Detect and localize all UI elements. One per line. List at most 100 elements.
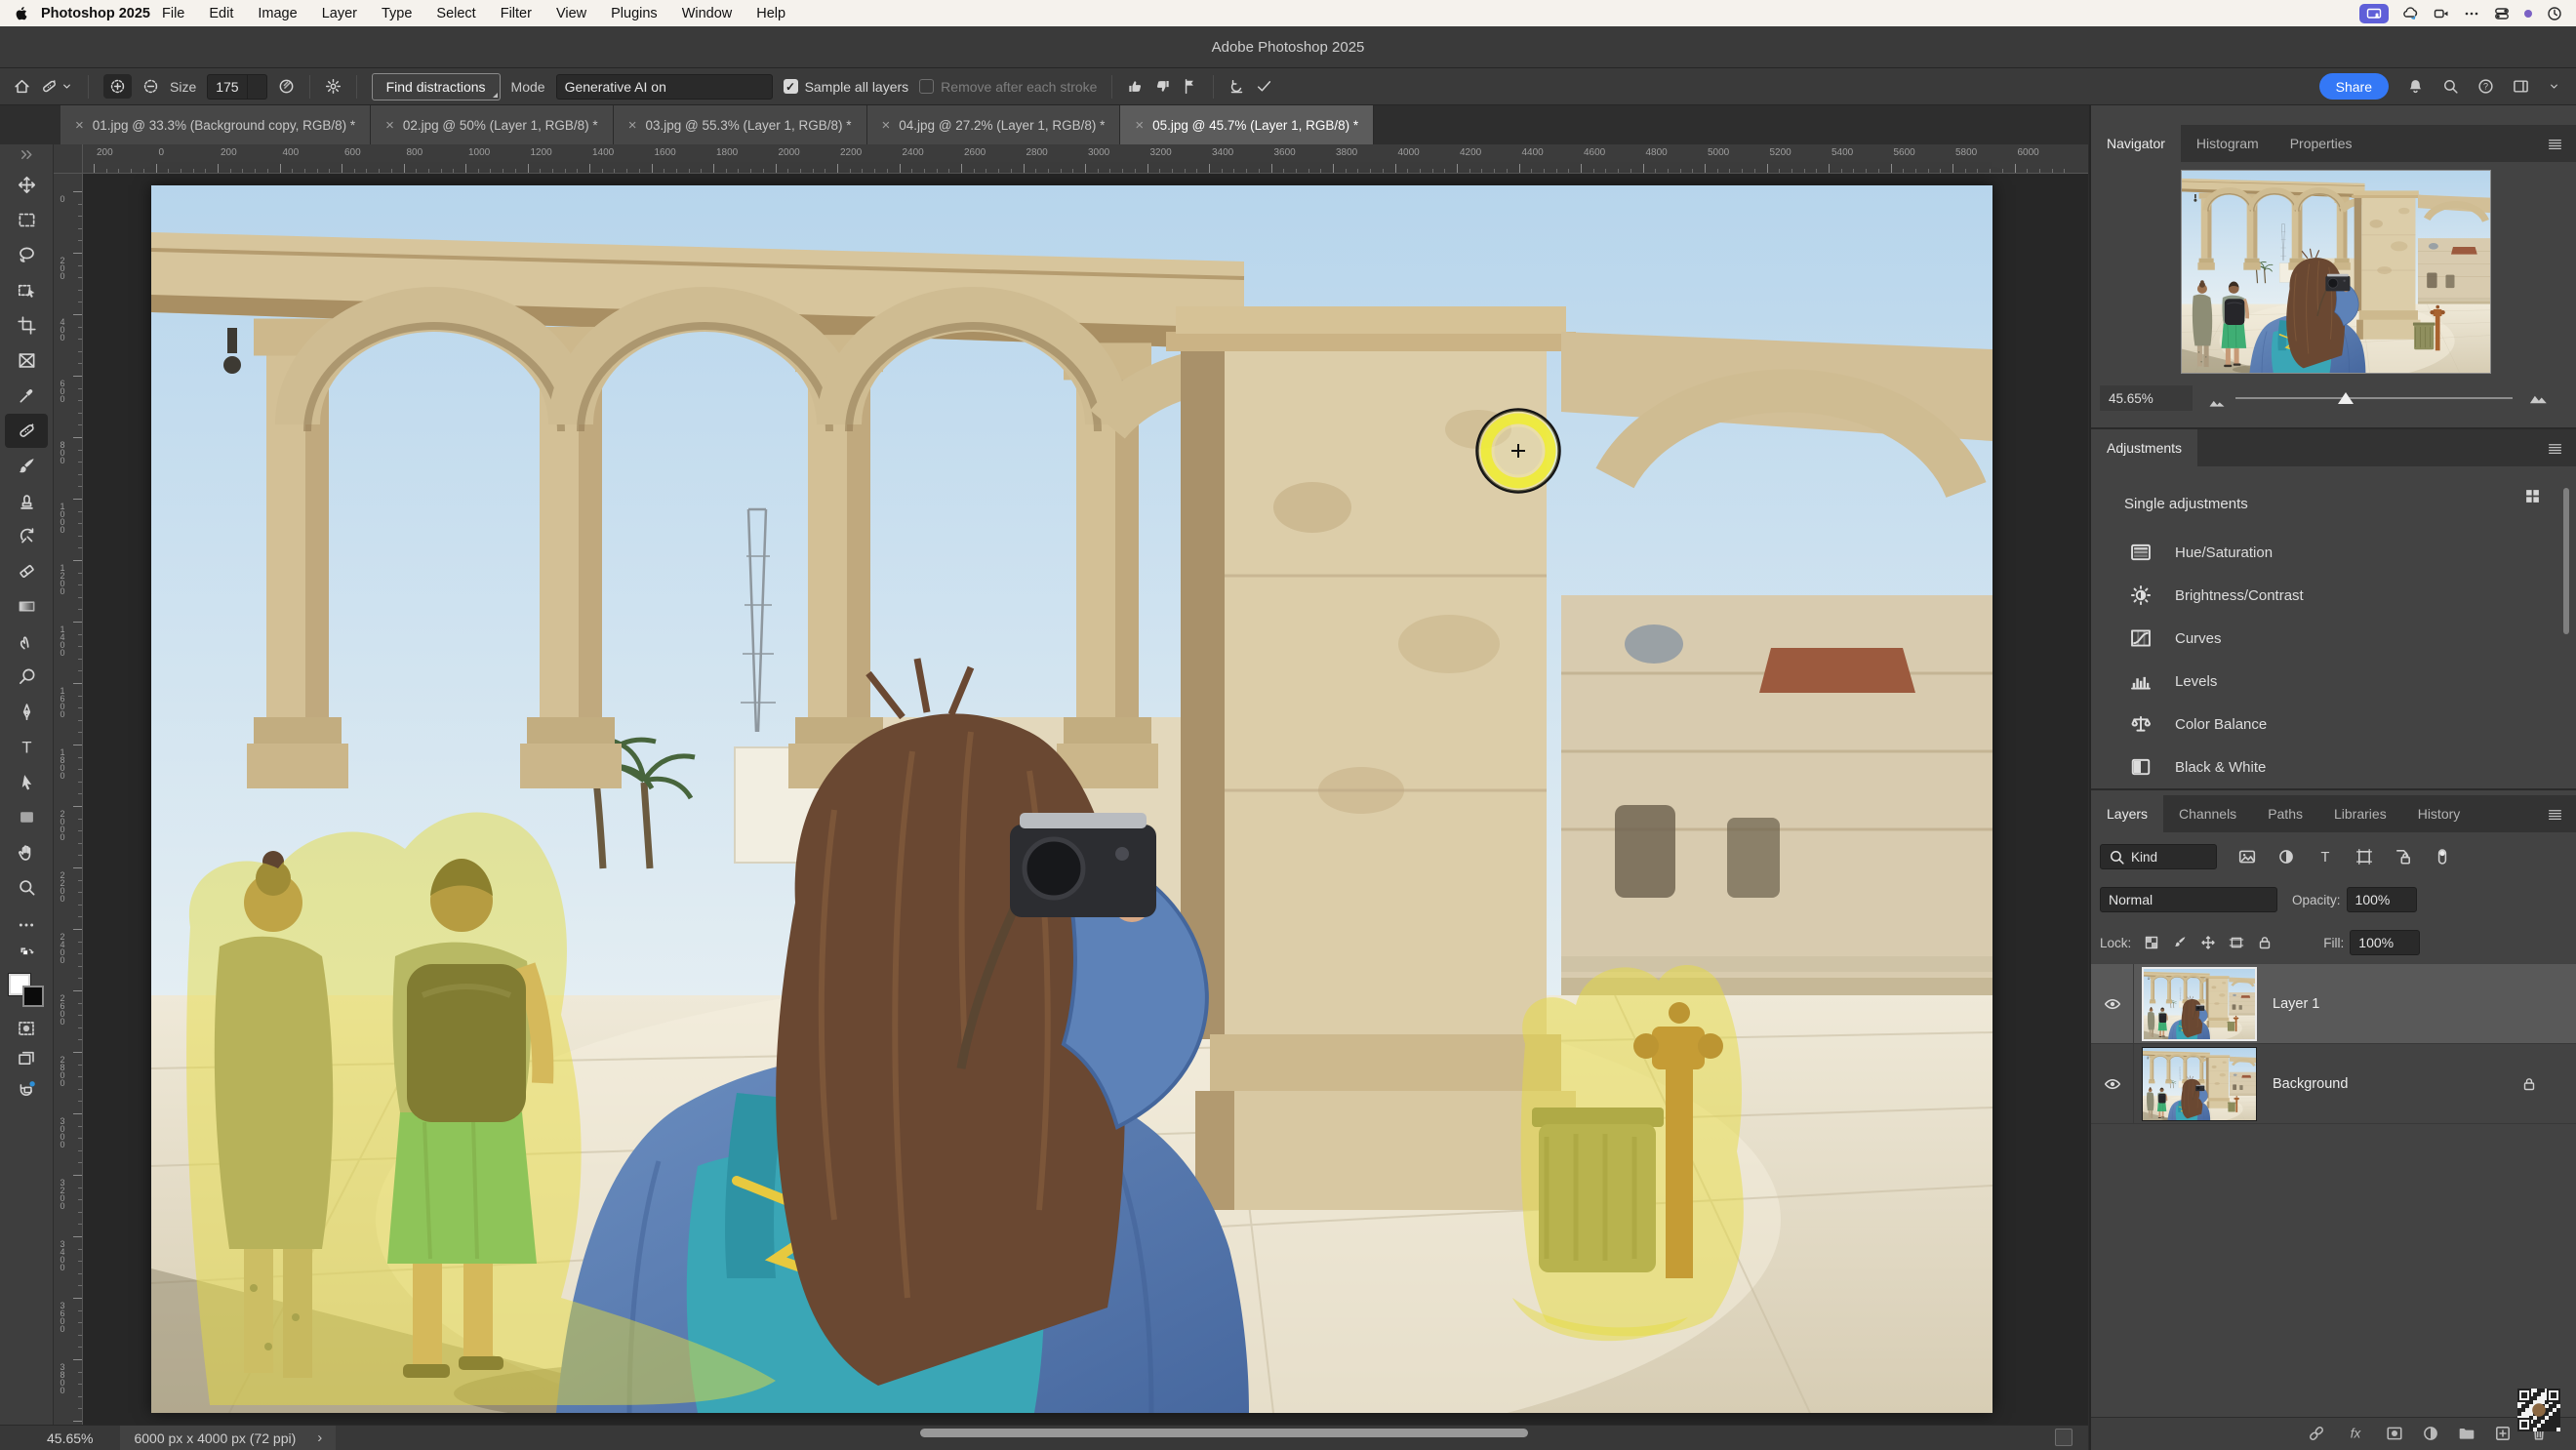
smudge-tool[interactable] [5, 624, 48, 659]
screen-share-icon[interactable] [2359, 4, 2389, 23]
rectangle-tool[interactable] [5, 800, 48, 834]
navigator-thumbnail[interactable] [2181, 170, 2491, 374]
zoom-in-mountain-icon[interactable] [2528, 387, 2548, 407]
panel-menu-icon[interactable] [2547, 806, 2563, 823]
navigator-zoom-slider[interactable] [2235, 397, 2513, 399]
thumbs-down-icon[interactable] [1154, 78, 1171, 95]
menu-file[interactable]: File [162, 6, 184, 21]
new-layer-icon[interactable] [2494, 1425, 2512, 1442]
menu-layer[interactable]: Layer [322, 6, 357, 21]
layer-row-background[interactable]: Background [2091, 1044, 2576, 1124]
chevron-down-icon[interactable] [247, 75, 266, 99]
home-icon[interactable] [14, 78, 30, 95]
close-icon[interactable]: × [882, 117, 891, 134]
close-icon[interactable]: × [1135, 117, 1144, 134]
reset-icon[interactable] [1228, 78, 1245, 95]
move-tool[interactable] [5, 168, 48, 202]
document-tab-5[interactable]: × 05.jpg @ 45.7% (Layer 1, RGB/8) * [1120, 105, 1374, 144]
ellipsis-icon[interactable] [2464, 6, 2479, 21]
object-selection-tool[interactable] [5, 273, 48, 307]
tab-layers[interactable]: Layers [2091, 795, 2163, 832]
visibility-eye-icon[interactable] [2091, 1044, 2134, 1123]
lock-position-icon[interactable] [2200, 935, 2216, 950]
tab-history[interactable]: History [2402, 795, 2476, 832]
canvas-image[interactable] [151, 185, 1992, 1413]
menu-view[interactable]: View [556, 6, 586, 21]
layer-thumbnail[interactable] [2142, 1047, 2257, 1121]
eyedropper-tool[interactable] [5, 379, 48, 413]
remove-after-each-stroke-checkbox[interactable]: Remove after each stroke [919, 79, 1097, 95]
tab-libraries[interactable]: Libraries [2318, 795, 2402, 832]
thumbs-up-icon[interactable] [1127, 78, 1144, 95]
lock-all-icon[interactable] [2257, 935, 2273, 950]
chevron-down-icon[interactable] [2548, 80, 2560, 93]
document-tab-3[interactable]: × 03.jpg @ 55.3% (Layer 1, RGB/8) * [614, 105, 867, 144]
lasso-tool[interactable] [5, 238, 48, 272]
flag-icon[interactable] [1182, 78, 1198, 95]
horizontal-ruler[interactable]: 2000200400600800100012001400160018002000… [83, 144, 2088, 174]
crop-tool[interactable] [5, 308, 48, 342]
sample-all-layers-checkbox[interactable]: ✓ Sample all layers [784, 79, 909, 95]
background-color[interactable] [22, 986, 44, 1007]
creative-cloud-icon[interactable] [2403, 6, 2419, 21]
foreground-background-colors[interactable] [9, 974, 44, 1007]
adjustment-color-balance[interactable]: Color Balance [2091, 703, 2559, 745]
panel-menu-icon[interactable] [2547, 136, 2563, 152]
type-filter-icon[interactable]: T [2316, 848, 2334, 866]
help-icon[interactable]: ? [2477, 78, 2494, 95]
bell-icon[interactable] [2407, 78, 2424, 95]
zoom-level[interactable]: 45.65% [47, 1430, 93, 1446]
clone-stamp-tool[interactable] [5, 484, 48, 518]
menu-select[interactable]: Select [436, 6, 475, 21]
spot-healing-brush-tool[interactable] [5, 414, 48, 448]
adjustment-curves[interactable]: Curves [2091, 617, 2559, 660]
adjustment-icon[interactable] [2422, 1425, 2439, 1442]
close-icon[interactable]: × [75, 117, 84, 134]
tab-paths[interactable]: Paths [2252, 795, 2318, 832]
mask-icon[interactable] [2386, 1425, 2403, 1442]
blend-mode-select[interactable]: Normal [2100, 887, 2277, 912]
grid-view-icon[interactable] [2524, 488, 2541, 504]
zoom-tool[interactable] [5, 870, 48, 905]
swap-colors-icon[interactable] [20, 947, 34, 961]
status-expander-icon[interactable]: › [317, 1430, 322, 1446]
mode-select[interactable]: Generative AI on [556, 74, 773, 100]
filter-toggle-icon[interactable] [2434, 848, 2451, 866]
lock-paint-icon[interactable] [2172, 935, 2188, 950]
image-filter-icon[interactable] [2238, 848, 2256, 866]
tool-preset-button[interactable] [41, 78, 73, 95]
brush-size-field[interactable]: 175 [207, 74, 266, 100]
close-icon[interactable]: × [628, 117, 637, 134]
adjustments-group-label[interactable]: Single adjustments [2124, 496, 2248, 512]
horizontal-scrollbar[interactable] [920, 1429, 1528, 1437]
gear-icon[interactable] [325, 78, 342, 95]
quick-mask-icon[interactable] [18, 1020, 35, 1037]
subtract-from-selection-button[interactable] [142, 78, 159, 95]
adjustment-brightness-contrast[interactable]: Brightness/Contrast [2091, 574, 2559, 617]
document-tab-4[interactable]: × 04.jpg @ 27.2% (Layer 1, RGB/8) * [867, 105, 1121, 144]
fill-field[interactable]: 100% [2350, 930, 2420, 955]
lock-transparency-icon[interactable] [2144, 935, 2159, 950]
clock-icon[interactable] [2547, 6, 2562, 21]
close-icon[interactable]: × [385, 117, 394, 134]
type-tool[interactable]: T [5, 730, 48, 764]
pasteboard[interactable] [83, 174, 2088, 1425]
panel-menu-icon[interactable] [2547, 440, 2563, 457]
opacity-field[interactable]: 100% [2347, 887, 2417, 912]
history-brush-tool[interactable] [5, 519, 48, 553]
app-menu[interactable]: Photoshop 2025 [41, 6, 150, 21]
visibility-eye-icon[interactable] [2091, 964, 2134, 1043]
find-distractions-button[interactable]: Find distractions [372, 73, 501, 101]
adjustment-black-white[interactable]: Black & White [2091, 745, 2559, 788]
menu-filter[interactable]: Filter [501, 6, 532, 21]
adjustment-hue-saturation[interactable]: Hue/Saturation [2091, 531, 2559, 574]
layer-row-layer-1[interactable]: Layer 1 [2091, 964, 2576, 1044]
slider-thumb[interactable] [2338, 392, 2354, 404]
tab-navigator[interactable]: Navigator [2091, 125, 2181, 162]
gradient-tool[interactable] [5, 589, 48, 624]
camera-icon[interactable] [2434, 6, 2449, 21]
diffusion-icon[interactable] [278, 78, 295, 95]
search-icon[interactable] [2442, 78, 2459, 95]
document-tab-1[interactable]: × 01.jpg @ 33.3% (Background copy, RGB/8… [60, 105, 371, 144]
canvas-grabber-icon[interactable] [2055, 1429, 2073, 1446]
